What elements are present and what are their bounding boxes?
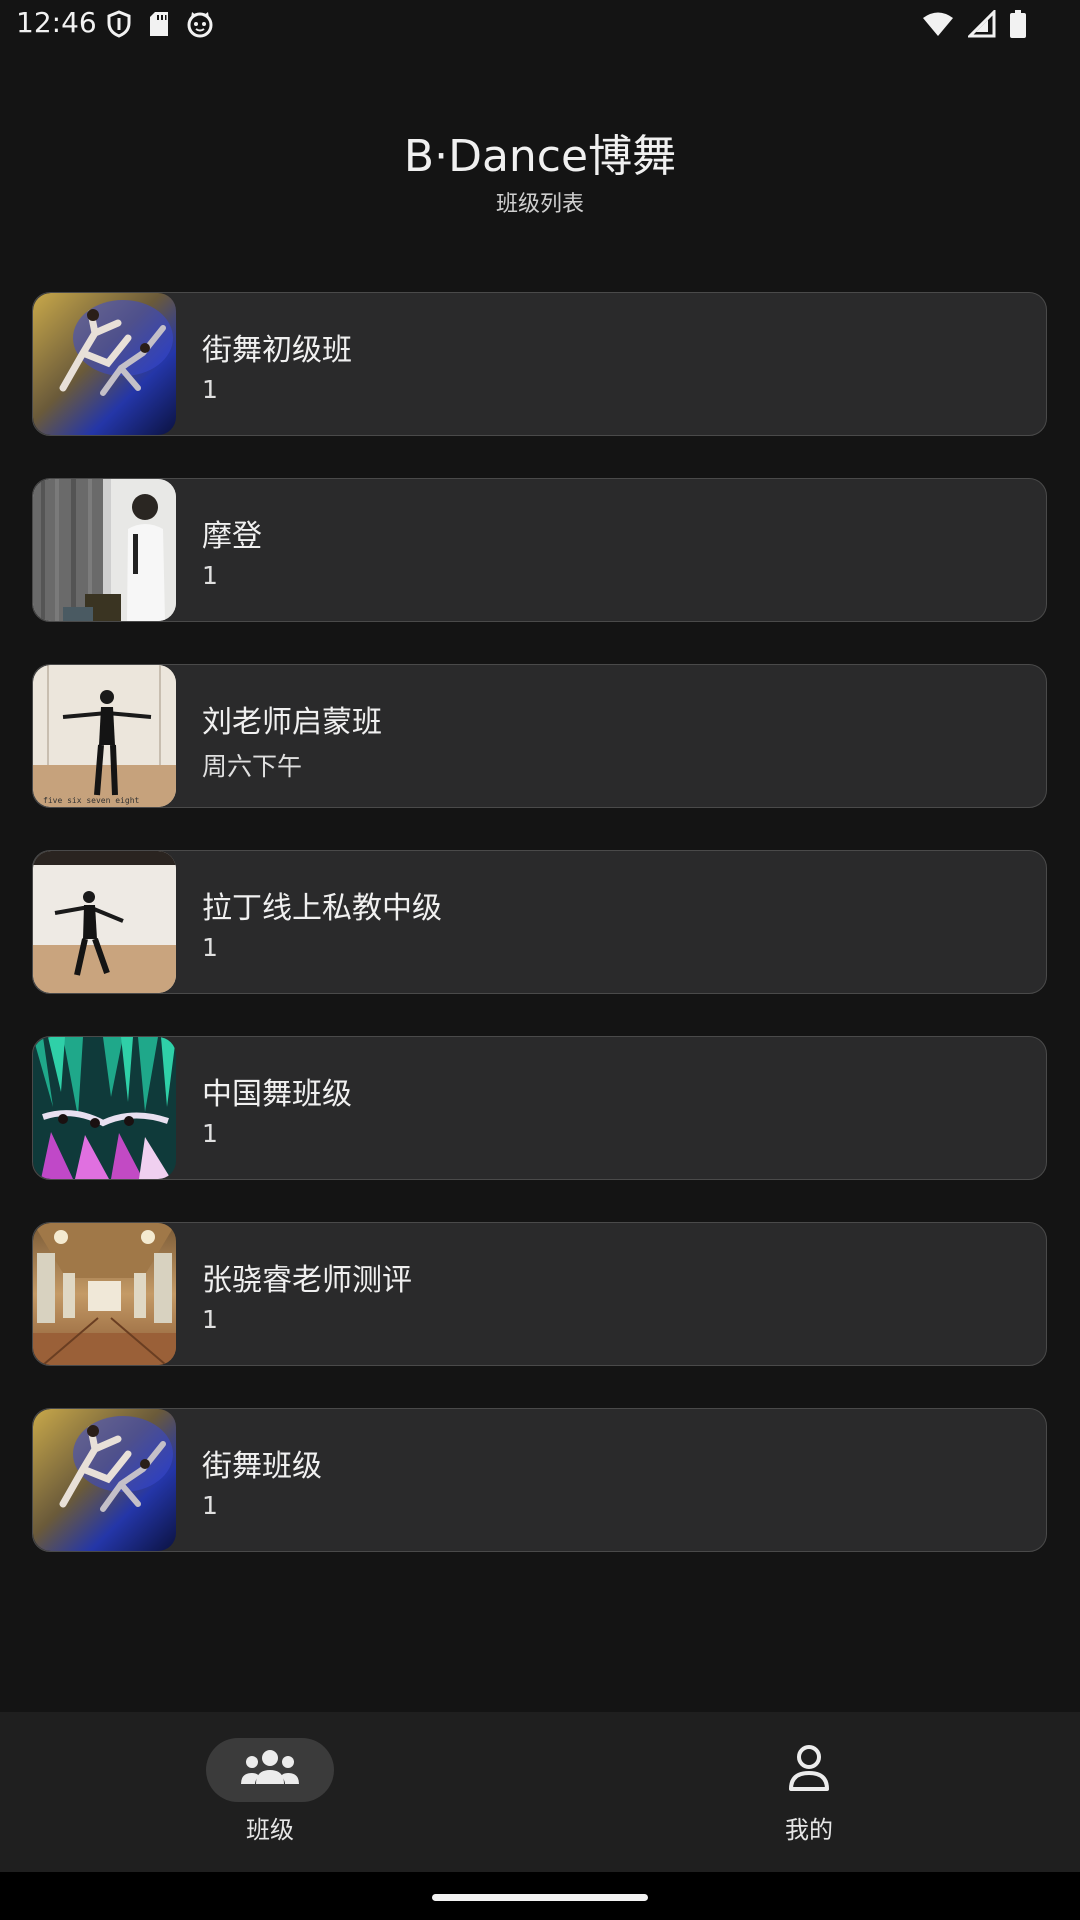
status-time: 12:46 [16, 6, 97, 39]
class-name: 拉丁线上私教中级 [202, 891, 442, 926]
class-thumbnail [33, 479, 176, 621]
class-name: 街舞班级 [202, 1449, 322, 1484]
nav-label-mine: 我的 [785, 1816, 833, 1844]
signal-icon [966, 8, 996, 42]
class-name: 摩登 [202, 519, 262, 554]
status-right-icons [922, 8, 1026, 42]
nav-item-mine[interactable]: 我的 [709, 1738, 909, 1845]
class-description: 1 [202, 375, 218, 404]
nav-label-classes: 班级 [246, 1816, 294, 1844]
svg-text:five six seven eight: five six seven eight [43, 796, 140, 805]
class-thumbnail [33, 1409, 176, 1551]
class-card[interactable]: 街舞初级班 1 [32, 292, 1047, 436]
class-card[interactable]: 张骁睿老师测评 1 [32, 1222, 1047, 1366]
class-name: 街舞初级班 [202, 333, 352, 368]
class-thumbnail [33, 293, 176, 435]
system-gesture-area [0, 1872, 1080, 1920]
class-name: 中国舞班级 [202, 1077, 352, 1112]
class-card[interactable]: 拉丁线上私教中级 1 [32, 850, 1047, 994]
nav-icon-container [745, 1738, 873, 1802]
nav-selected-indicator [206, 1738, 334, 1802]
bottom-navigation: 班级 我的 [0, 1712, 1080, 1872]
battery-icon [1010, 10, 1026, 42]
class-description: 1 [202, 1119, 218, 1148]
class-description: 1 [202, 1491, 218, 1520]
status-left-icons [106, 10, 214, 42]
class-description: 1 [202, 561, 218, 590]
class-card[interactable]: five six seven eight 刘老师启蒙班 周六下午 [32, 664, 1047, 808]
nav-item-classes[interactable]: 班级 [170, 1738, 370, 1845]
sd-card-icon [148, 11, 170, 41]
class-thumbnail [33, 851, 176, 993]
class-card[interactable]: 中国舞班级 1 [32, 1036, 1047, 1180]
page-title: B·Dance博舞 [403, 131, 677, 182]
class-thumbnail [33, 1223, 176, 1365]
person-icon [787, 1743, 831, 1797]
class-card[interactable]: 街舞班级 1 [32, 1408, 1047, 1552]
class-name: 刘老师启蒙班 [202, 705, 382, 740]
wifi-icon [922, 11, 954, 41]
page-subtitle: 班级列表 [495, 192, 584, 217]
page-header: B·Dance博舞 班级列表 [0, 120, 1080, 218]
gesture-handle[interactable] [432, 1894, 648, 1901]
class-description: 1 [202, 933, 218, 962]
class-thumbnail: five six seven eight [33, 665, 176, 807]
status-bar: 12:46 [0, 0, 1080, 48]
cat-face-icon [186, 10, 214, 42]
class-name: 张骁睿老师测评 [202, 1263, 412, 1298]
class-card[interactable]: 摩登 1 [32, 478, 1047, 622]
shield-icon [106, 10, 132, 42]
class-description: 1 [202, 1305, 218, 1334]
class-description: 周六下午 [202, 752, 303, 781]
class-thumbnail [33, 1037, 176, 1179]
class-list: 街舞初级班 1 摩登 1 five six seven eight 刘老师启蒙班… [32, 292, 1047, 1594]
group-icon [240, 1748, 300, 1792]
